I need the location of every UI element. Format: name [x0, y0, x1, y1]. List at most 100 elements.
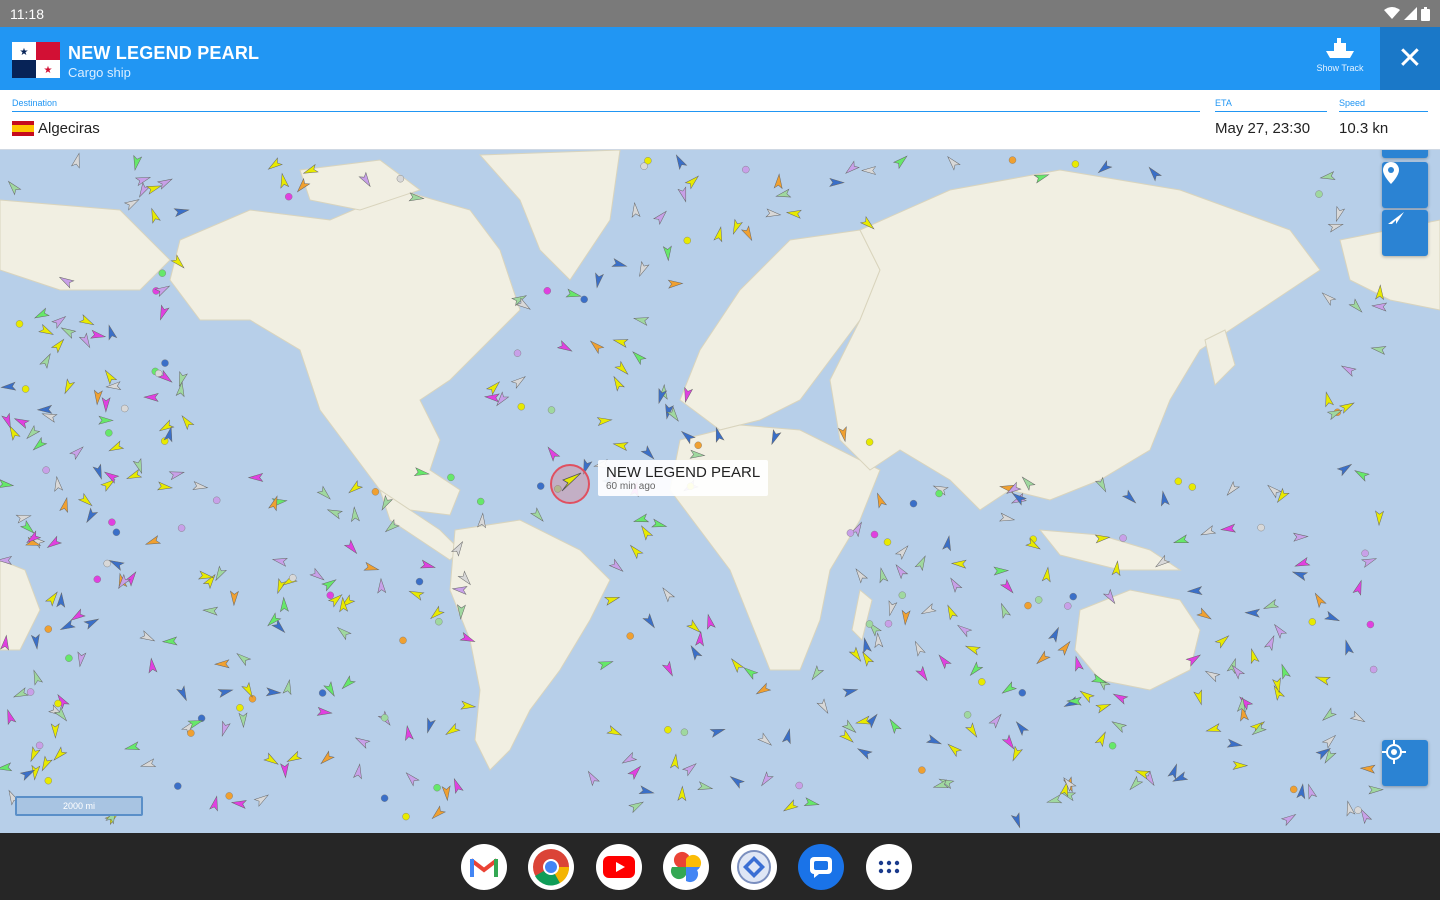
moving-vessel-marker[interactable]: [229, 590, 239, 607]
moving-vessel-marker[interactable]: [271, 555, 288, 567]
anchored-vessel-marker[interactable]: [846, 529, 855, 537]
moving-vessel-marker[interactable]: [213, 659, 230, 669]
world-map[interactable]: NEW LEGEND PEARL 60 min ago 2000 mi: [0, 150, 1440, 833]
moving-vessel-marker[interactable]: [556, 340, 574, 355]
anchored-vessel-marker[interactable]: [381, 714, 389, 722]
moving-vessel-marker[interactable]: [235, 650, 252, 667]
moving-vessel-marker[interactable]: [892, 153, 910, 170]
moving-vessel-marker[interactable]: [1094, 730, 1108, 748]
anchored-vessel-marker[interactable]: [15, 320, 24, 328]
moving-vessel-marker[interactable]: [1127, 775, 1144, 793]
moving-vessel-marker[interactable]: [1319, 171, 1336, 182]
moving-vessel-marker[interactable]: [1314, 673, 1331, 686]
moving-vessel-marker[interactable]: [1342, 639, 1354, 656]
moving-vessel-marker[interactable]: [1095, 701, 1112, 714]
moving-vessel-marker[interactable]: [1220, 523, 1237, 533]
anchored-vessel-marker[interactable]: [161, 359, 169, 367]
moving-vessel-marker[interactable]: [339, 675, 356, 691]
moving-vessel-marker[interactable]: [877, 567, 889, 584]
moving-vessel-marker[interactable]: [59, 324, 77, 339]
youtube-app-button[interactable]: [596, 844, 642, 890]
moving-vessel-marker[interactable]: [1173, 534, 1190, 547]
anchored-vessel-marker[interactable]: [415, 577, 424, 586]
moving-vessel-marker[interactable]: [51, 746, 68, 763]
moving-vessel-marker[interactable]: [775, 188, 792, 200]
anchored-vessel-marker[interactable]: [1071, 160, 1080, 168]
anchored-vessel-marker[interactable]: [44, 777, 52, 785]
anchored-vessel-marker[interactable]: [371, 488, 380, 496]
moving-vessel-marker[interactable]: [704, 613, 716, 630]
moving-vessel-marker[interactable]: [316, 706, 333, 717]
moving-vessel-marker[interactable]: [669, 753, 679, 770]
moving-vessel-marker[interactable]: [673, 153, 688, 170]
moving-vessel-marker[interactable]: [323, 681, 338, 698]
anchored-vessel-marker[interactable]: [174, 782, 182, 790]
moving-vessel-marker[interactable]: [38, 323, 55, 338]
moving-vessel-marker[interactable]: [460, 700, 477, 711]
moving-vessel-marker[interactable]: [53, 475, 64, 492]
moving-vessel-marker[interactable]: [1359, 764, 1376, 774]
moving-vessel-marker[interactable]: [1305, 783, 1318, 800]
moving-vessel-marker[interactable]: [175, 381, 186, 398]
moving-vessel-marker[interactable]: [0, 381, 17, 391]
anchored-vessel-marker[interactable]: [1034, 596, 1043, 604]
anchored-vessel-marker[interactable]: [225, 792, 233, 800]
moving-vessel-marker[interactable]: [662, 245, 672, 262]
moving-vessel-marker[interactable]: [946, 741, 963, 758]
moving-vessel-marker[interactable]: [1324, 610, 1341, 625]
moving-vessel-marker[interactable]: [92, 463, 105, 480]
moving-vessel-marker[interactable]: [894, 543, 911, 560]
anchored-vessel-marker[interactable]: [680, 728, 689, 736]
anchored-vessel-marker[interactable]: [1257, 523, 1265, 532]
moving-vessel-marker[interactable]: [765, 208, 782, 219]
anchored-vessel-marker[interactable]: [105, 429, 113, 437]
moving-vessel-marker[interactable]: [610, 375, 625, 392]
moving-vessel-marker[interactable]: [912, 640, 926, 657]
moving-vessel-marker[interactable]: [886, 600, 898, 617]
moving-vessel-marker[interactable]: [1292, 532, 1309, 542]
moving-vessel-marker[interactable]: [192, 481, 209, 492]
moving-vessel-marker[interactable]: [76, 651, 87, 668]
moving-vessel-marker[interactable]: [842, 686, 859, 698]
moving-vessel-marker[interactable]: [998, 602, 1012, 619]
anchored-vessel-marker[interactable]: [1174, 477, 1183, 485]
moving-vessel-marker[interactable]: [105, 324, 118, 341]
moving-vessel-marker[interactable]: [125, 468, 143, 483]
moving-vessel-marker[interactable]: [1344, 800, 1356, 817]
anchored-vessel-marker[interactable]: [1108, 742, 1117, 750]
anchored-vessel-marker[interactable]: [26, 688, 35, 696]
moving-vessel-marker[interactable]: [620, 751, 638, 767]
moving-vessel-marker[interactable]: [98, 415, 114, 425]
moving-vessel-marker[interactable]: [102, 469, 120, 484]
moving-vessel-marker[interactable]: [50, 337, 67, 354]
anchored-vessel-marker[interactable]: [399, 636, 407, 645]
moving-vessel-marker[interactable]: [105, 381, 122, 391]
moving-vessel-marker[interactable]: [321, 576, 338, 592]
moving-vessel-marker[interactable]: [115, 573, 131, 591]
moving-vessel-marker[interactable]: [1349, 710, 1367, 725]
moving-vessel-marker[interactable]: [785, 209, 802, 219]
moving-vessel-marker[interactable]: [597, 658, 614, 671]
moving-vessel-marker[interactable]: [627, 543, 644, 560]
moving-vessel-marker[interactable]: [247, 472, 264, 482]
moving-vessel-marker[interactable]: [309, 567, 326, 583]
moving-vessel-marker[interactable]: [677, 785, 687, 802]
moving-vessel-marker[interactable]: [403, 770, 420, 787]
show-track-button[interactable]: Show Track: [1306, 37, 1374, 83]
anchored-vessel-marker[interactable]: [543, 287, 551, 295]
moving-vessel-marker[interactable]: [965, 722, 980, 739]
anchored-vessel-marker[interactable]: [865, 620, 874, 628]
anchored-vessel-marker[interactable]: [396, 175, 405, 183]
anchored-vessel-marker[interactable]: [21, 385, 30, 393]
moving-vessel-marker[interactable]: [485, 379, 503, 396]
anchored-vessel-marker[interactable]: [289, 574, 297, 582]
moving-vessel-marker[interactable]: [280, 596, 289, 613]
moving-vessel-marker[interactable]: [859, 650, 875, 667]
anchored-vessel-marker[interactable]: [54, 699, 62, 708]
moving-vessel-marker[interactable]: [326, 506, 343, 520]
moving-vessel-marker[interactable]: [69, 444, 86, 461]
moving-vessel-marker[interactable]: [848, 646, 864, 663]
moving-vessel-marker[interactable]: [653, 209, 669, 225]
moving-vessel-marker[interactable]: [1294, 556, 1311, 570]
moving-vessel-marker[interactable]: [202, 606, 219, 616]
